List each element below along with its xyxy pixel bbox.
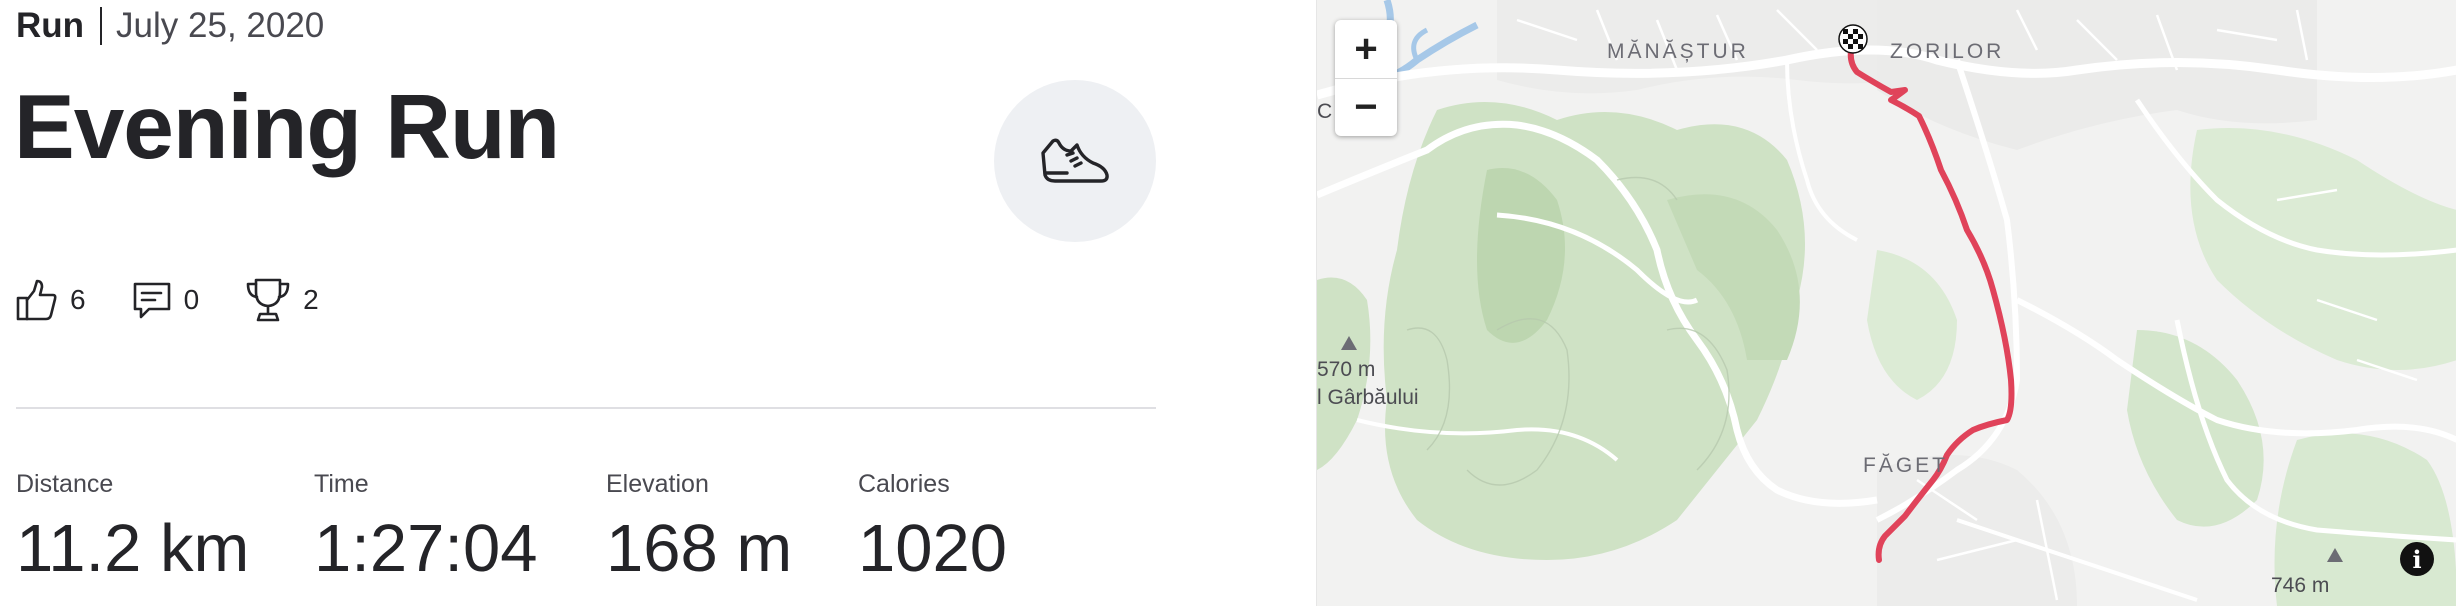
map-label-manastur: MĂNĂȘTUR — [1607, 40, 1749, 63]
breadcrumb: Run July 25, 2020 — [16, 4, 324, 48]
comment-icon — [133, 282, 170, 319]
breadcrumb-separator — [100, 7, 103, 45]
running-shoe-icon — [1041, 138, 1109, 183]
zoom-out-button[interactable]: − — [1335, 78, 1397, 136]
stat-label: Time — [314, 470, 369, 498]
stat-value: 1020 — [858, 511, 1008, 586]
map-label-zorilor: ZORILOR — [1890, 40, 2005, 63]
comments-button[interactable]: 0 — [132, 280, 200, 320]
map-label-faget: FĂGET — [1863, 454, 1949, 477]
social-stats: 6 0 2 — [16, 272, 365, 328]
checkered-flag-icon — [1838, 24, 1868, 54]
stat-label: Distance — [16, 470, 114, 498]
comments-count: 0 — [183, 284, 200, 315]
stat-elevation: Elevation 168 m — [606, 470, 792, 582]
stat-label: Elevation — [606, 470, 709, 498]
trophy-icon — [246, 278, 290, 322]
divider — [16, 407, 1156, 409]
achievements-button[interactable]: 2 — [245, 277, 319, 323]
stat-value: 11.2 km — [16, 511, 250, 586]
map-label-peak-name: l Gârbăului — [1317, 386, 1419, 409]
stat-calories: Calories 1020 — [858, 470, 1007, 582]
map-info-button[interactable]: i — [2400, 542, 2434, 576]
activity-title: Evening Run — [14, 77, 560, 178]
map-label-peak-elevation: 570 m — [1317, 358, 1376, 381]
stat-value: 1:27:04 — [314, 511, 538, 586]
stat-time: Time 1:27:04 — [314, 470, 538, 582]
thumbs-up-icon — [16, 279, 57, 321]
route-map[interactable]: MĂNĂȘTUR ZORILOR FĂGET 570 m l Gârbăului… — [1316, 0, 2456, 606]
zoom-controls: + − — [1335, 20, 1397, 136]
activity-type[interactable]: Run — [16, 6, 84, 46]
zoom-in-button[interactable]: + — [1335, 20, 1397, 78]
sport-badge — [994, 80, 1156, 242]
activity-date: July 25, 2020 — [116, 6, 325, 45]
stat-value: 168 m — [606, 511, 793, 586]
stat-label: Calories — [858, 470, 950, 498]
map-label-edge: C — [1317, 100, 1333, 123]
map-label-peak-elevation-east: 746 m — [2271, 574, 2330, 597]
kudos-count: 6 — [70, 284, 86, 315]
stat-distance: Distance 11.2 km — [16, 470, 249, 582]
kudos-button[interactable]: 6 — [16, 278, 86, 322]
route-line — [1847, 39, 2015, 563]
achievements-count: 2 — [303, 284, 319, 315]
